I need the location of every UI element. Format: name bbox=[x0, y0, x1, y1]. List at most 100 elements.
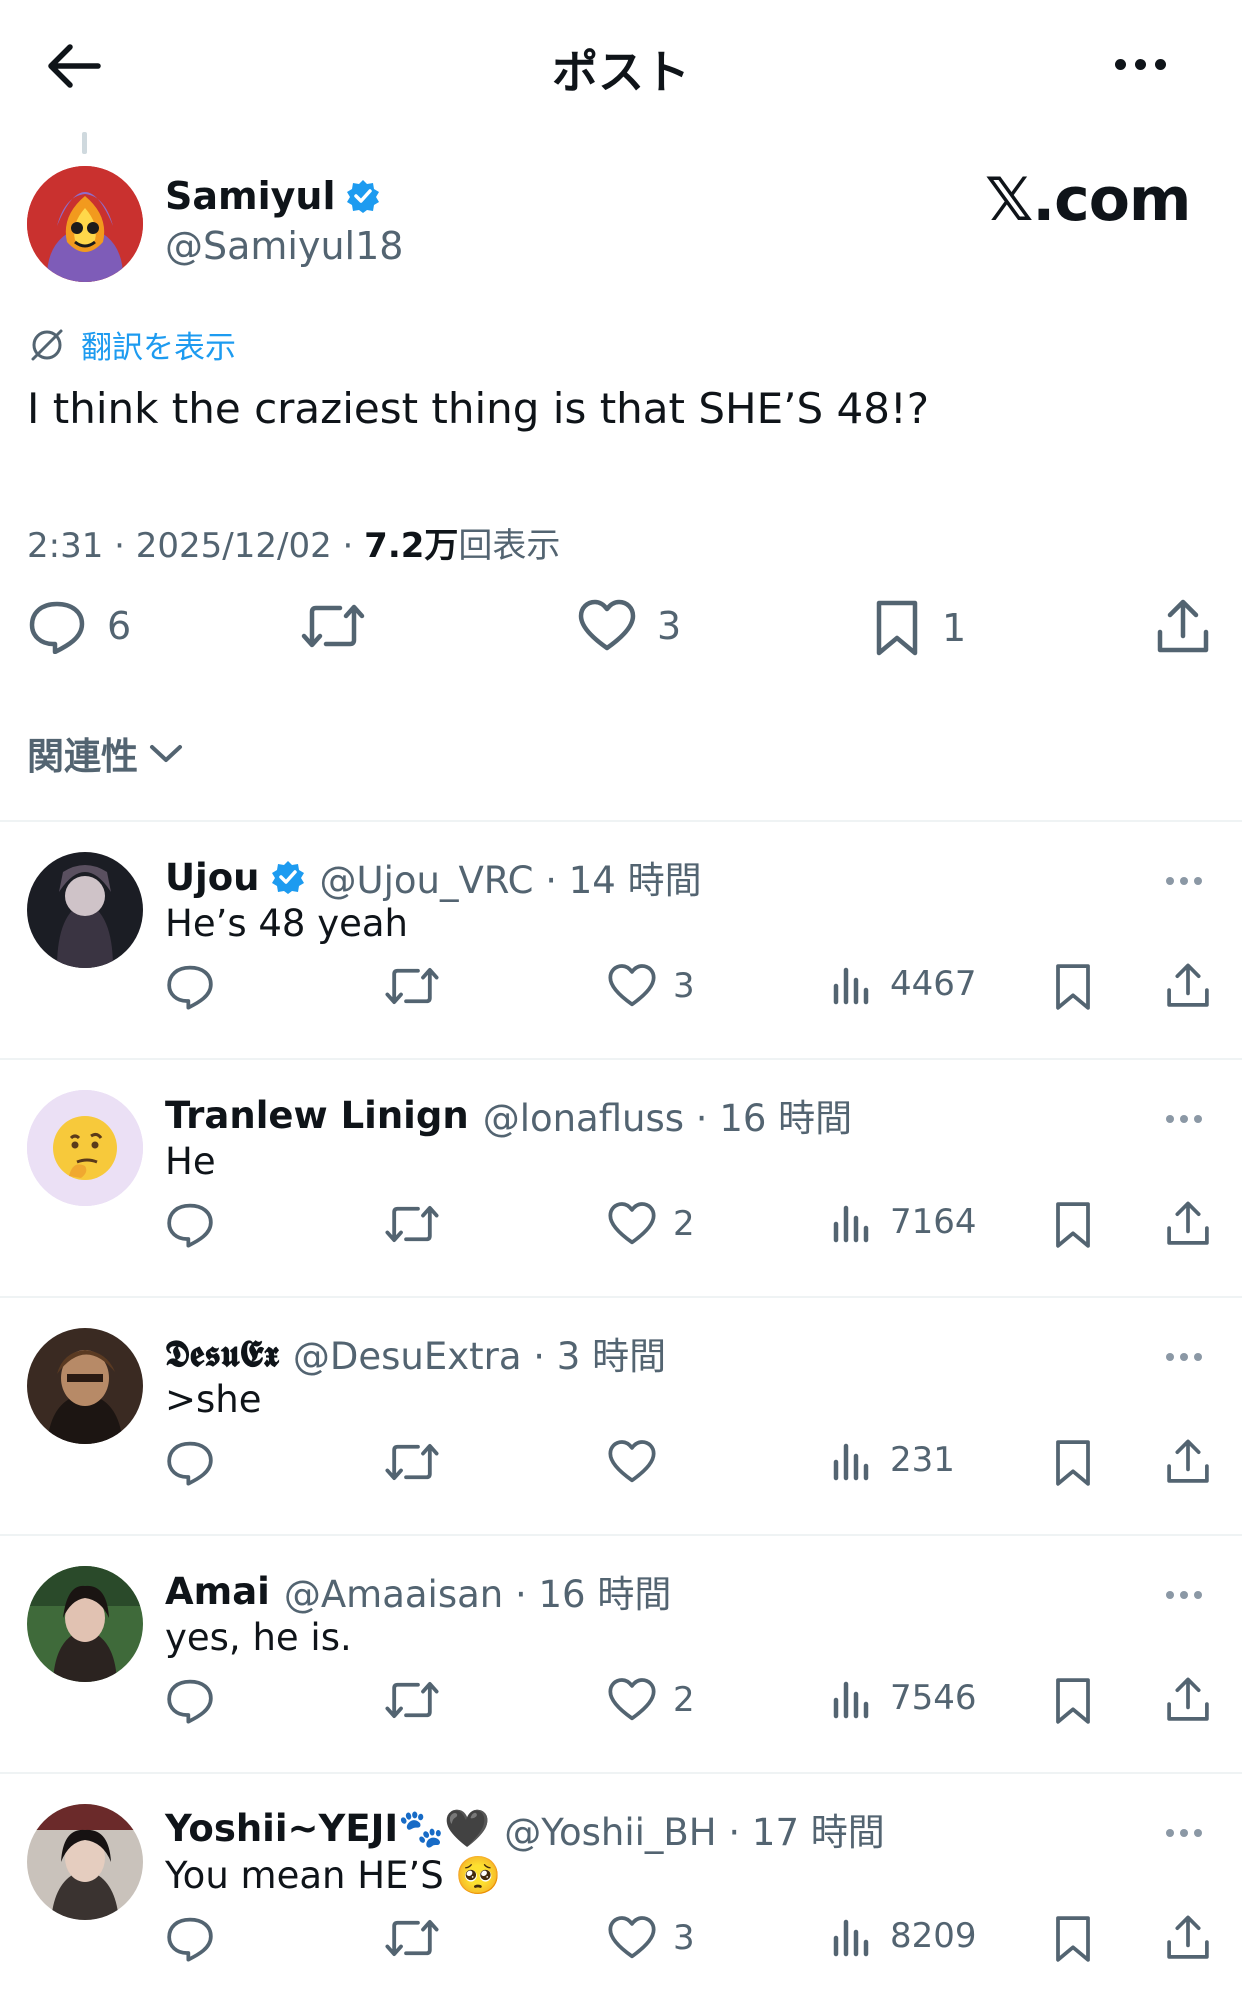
reply-button[interactable] bbox=[165, 1200, 215, 1248]
like-button[interactable]: 3 bbox=[607, 962, 695, 1010]
reply-icon bbox=[167, 1203, 213, 1248]
reply-author-name[interactable]: Ujou bbox=[165, 856, 260, 899]
reply-author-name[interactable]: Tranlew Linign bbox=[165, 1094, 469, 1137]
reply-button[interactable] bbox=[165, 962, 215, 1010]
like-button[interactable]: 3 bbox=[577, 598, 681, 654]
share-button[interactable] bbox=[1155, 598, 1211, 656]
reply-icon bbox=[167, 1917, 213, 1962]
like-count: 3 bbox=[657, 604, 682, 648]
share-button[interactable] bbox=[1165, 1676, 1211, 1724]
repost-button[interactable] bbox=[384, 1200, 440, 1248]
reply-text: yes, he is. bbox=[165, 1616, 352, 1659]
translate-icon bbox=[31, 329, 63, 360]
author-handle[interactable]: @Samiyul18 bbox=[165, 224, 403, 268]
author-avatar[interactable] bbox=[27, 166, 143, 282]
reply-author-name[interactable]: 𝕯𝖊𝖘𝖚𝕰𝖝 bbox=[165, 1331, 279, 1376]
reply-more-icon[interactable] bbox=[1166, 1584, 1208, 1603]
verified-badge-icon bbox=[270, 859, 306, 895]
bookmark-button[interactable] bbox=[1052, 962, 1094, 1012]
share-icon bbox=[1167, 1439, 1209, 1483]
post-text: I think the craziest thing is that SHE’S… bbox=[27, 384, 930, 433]
reply-item[interactable]: 𝕯𝖊𝖘𝖚𝕰𝖝 @DesuExtra · 3 時間 >she 231 bbox=[0, 1298, 1242, 1534]
repost-button[interactable] bbox=[384, 1438, 440, 1486]
reply-button[interactable] bbox=[165, 1438, 215, 1486]
share-button[interactable] bbox=[1165, 1914, 1211, 1962]
share-button[interactable] bbox=[1165, 1200, 1211, 1248]
bookmark-button[interactable]: 1 bbox=[872, 598, 966, 658]
views-button[interactable]: 7164 bbox=[832, 1200, 977, 1244]
repost-button[interactable] bbox=[384, 1914, 440, 1962]
like-count: 2 bbox=[673, 1204, 695, 1244]
translate-link[interactable]: 翻訳を表示 bbox=[27, 322, 236, 367]
reply-handle-time[interactable]: @Yoshii_BH · 17 時間 bbox=[504, 1802, 884, 1856]
top-bar: ポスト bbox=[0, 0, 1242, 128]
like-button[interactable] bbox=[607, 1438, 673, 1486]
repost-button[interactable] bbox=[300, 598, 386, 654]
reply-avatar[interactable] bbox=[27, 1804, 143, 1920]
reply-item[interactable]: Tranlew Linign @lonafluss · 16 時間 He 2 7… bbox=[0, 1060, 1242, 1296]
reply-text: >she bbox=[165, 1378, 262, 1421]
chevron-down-icon bbox=[150, 745, 182, 762]
heart-icon bbox=[608, 964, 656, 1007]
reply-avatar[interactable] bbox=[27, 852, 143, 968]
reply-more-icon[interactable] bbox=[1166, 1822, 1208, 1841]
bar-chart-icon bbox=[833, 1443, 869, 1481]
reply-header: 𝕯𝖊𝖘𝖚𝕰𝖝 @DesuExtra · 3 時間 bbox=[165, 1326, 666, 1380]
repost-icon bbox=[385, 967, 439, 1005]
view-count: 7546 bbox=[890, 1678, 977, 1718]
views-button[interactable]: 4467 bbox=[832, 962, 977, 1006]
views-button[interactable]: 7546 bbox=[832, 1676, 977, 1720]
reply-more-icon[interactable] bbox=[1166, 1108, 1208, 1127]
views-button[interactable]: 8209 bbox=[832, 1914, 977, 1958]
more-options-icon[interactable] bbox=[1115, 55, 1175, 79]
thread-connector-line bbox=[82, 132, 87, 154]
bookmark-button[interactable] bbox=[1052, 1676, 1094, 1726]
reply-author-name[interactable]: Amai bbox=[165, 1570, 270, 1613]
author-name[interactable]: Samiyul bbox=[165, 174, 335, 218]
share-icon bbox=[1167, 1915, 1209, 1959]
bookmark-button[interactable] bbox=[1052, 1914, 1094, 1964]
reply-more-icon[interactable] bbox=[1166, 1346, 1208, 1365]
reply-avatar[interactable] bbox=[27, 1566, 143, 1682]
bookmark-icon bbox=[1056, 1440, 1090, 1486]
heart-icon bbox=[608, 1440, 656, 1483]
reply-button[interactable] bbox=[165, 1676, 215, 1724]
share-button[interactable] bbox=[1165, 1438, 1211, 1486]
reply-handle-time[interactable]: @lonafluss · 16 時間 bbox=[483, 1088, 852, 1142]
reply-more-icon[interactable] bbox=[1166, 870, 1208, 889]
reply-item[interactable]: Amai @Amaaisan · 16 時間 yes, he is. 2 754… bbox=[0, 1536, 1242, 1772]
reply-handle-time[interactable]: @Amaaisan · 16 時間 bbox=[284, 1564, 672, 1618]
sort-dropdown[interactable]: 関連性 bbox=[27, 726, 184, 780]
author-name-row[interactable]: Samiyul bbox=[165, 174, 381, 218]
verified-badge-icon bbox=[345, 178, 381, 214]
like-button[interactable]: 3 bbox=[607, 1914, 695, 1962]
repost-button[interactable] bbox=[384, 1676, 440, 1724]
view-count: 231 bbox=[890, 1440, 955, 1480]
repost-button[interactable] bbox=[384, 962, 440, 1010]
heart-icon bbox=[608, 1916, 656, 1959]
like-button[interactable]: 2 bbox=[607, 1200, 695, 1248]
like-button[interactable]: 2 bbox=[607, 1676, 695, 1724]
reply-header: Tranlew Linign @lonafluss · 16 時間 bbox=[165, 1088, 852, 1142]
share-icon bbox=[1167, 1677, 1209, 1721]
views-button[interactable]: 231 bbox=[832, 1438, 955, 1482]
reply-handle-time[interactable]: @Ujou_VRC · 14 時間 bbox=[320, 850, 702, 904]
reply-item[interactable]: Ujou @Ujou_VRC · 14 時間 He’s 48 yeah 3 44… bbox=[0, 822, 1242, 1058]
bookmark-button[interactable] bbox=[1052, 1200, 1094, 1250]
sort-label[interactable]: 関連性 bbox=[27, 726, 138, 780]
bookmark-button[interactable] bbox=[1052, 1438, 1094, 1488]
share-icon bbox=[1157, 599, 1209, 653]
reply-avatar[interactable] bbox=[27, 1328, 143, 1444]
reply-icon bbox=[29, 601, 85, 654]
reply-header: Yoshii~YEJI🐾🖤 @Yoshii_BH · 17 時間 bbox=[165, 1802, 885, 1856]
share-button[interactable] bbox=[1165, 962, 1211, 1010]
reply-handle-time[interactable]: @DesuExtra · 3 時間 bbox=[293, 1326, 666, 1380]
reply-button[interactable]: 6 bbox=[27, 598, 131, 654]
reply-button[interactable] bbox=[165, 1914, 215, 1962]
reply-avatar[interactable] bbox=[27, 1090, 143, 1206]
x-com-watermark: 𝕏.com bbox=[985, 165, 1191, 235]
reply-author-name[interactable]: Yoshii~YEJI🐾🖤 bbox=[165, 1807, 490, 1851]
views-label: 回表示 bbox=[458, 526, 561, 566]
reply-item[interactable]: Yoshii~YEJI🐾🖤 @Yoshii_BH · 17 時間 You mea… bbox=[0, 1774, 1242, 2010]
translate-label[interactable]: 翻訳を表示 bbox=[81, 322, 236, 367]
